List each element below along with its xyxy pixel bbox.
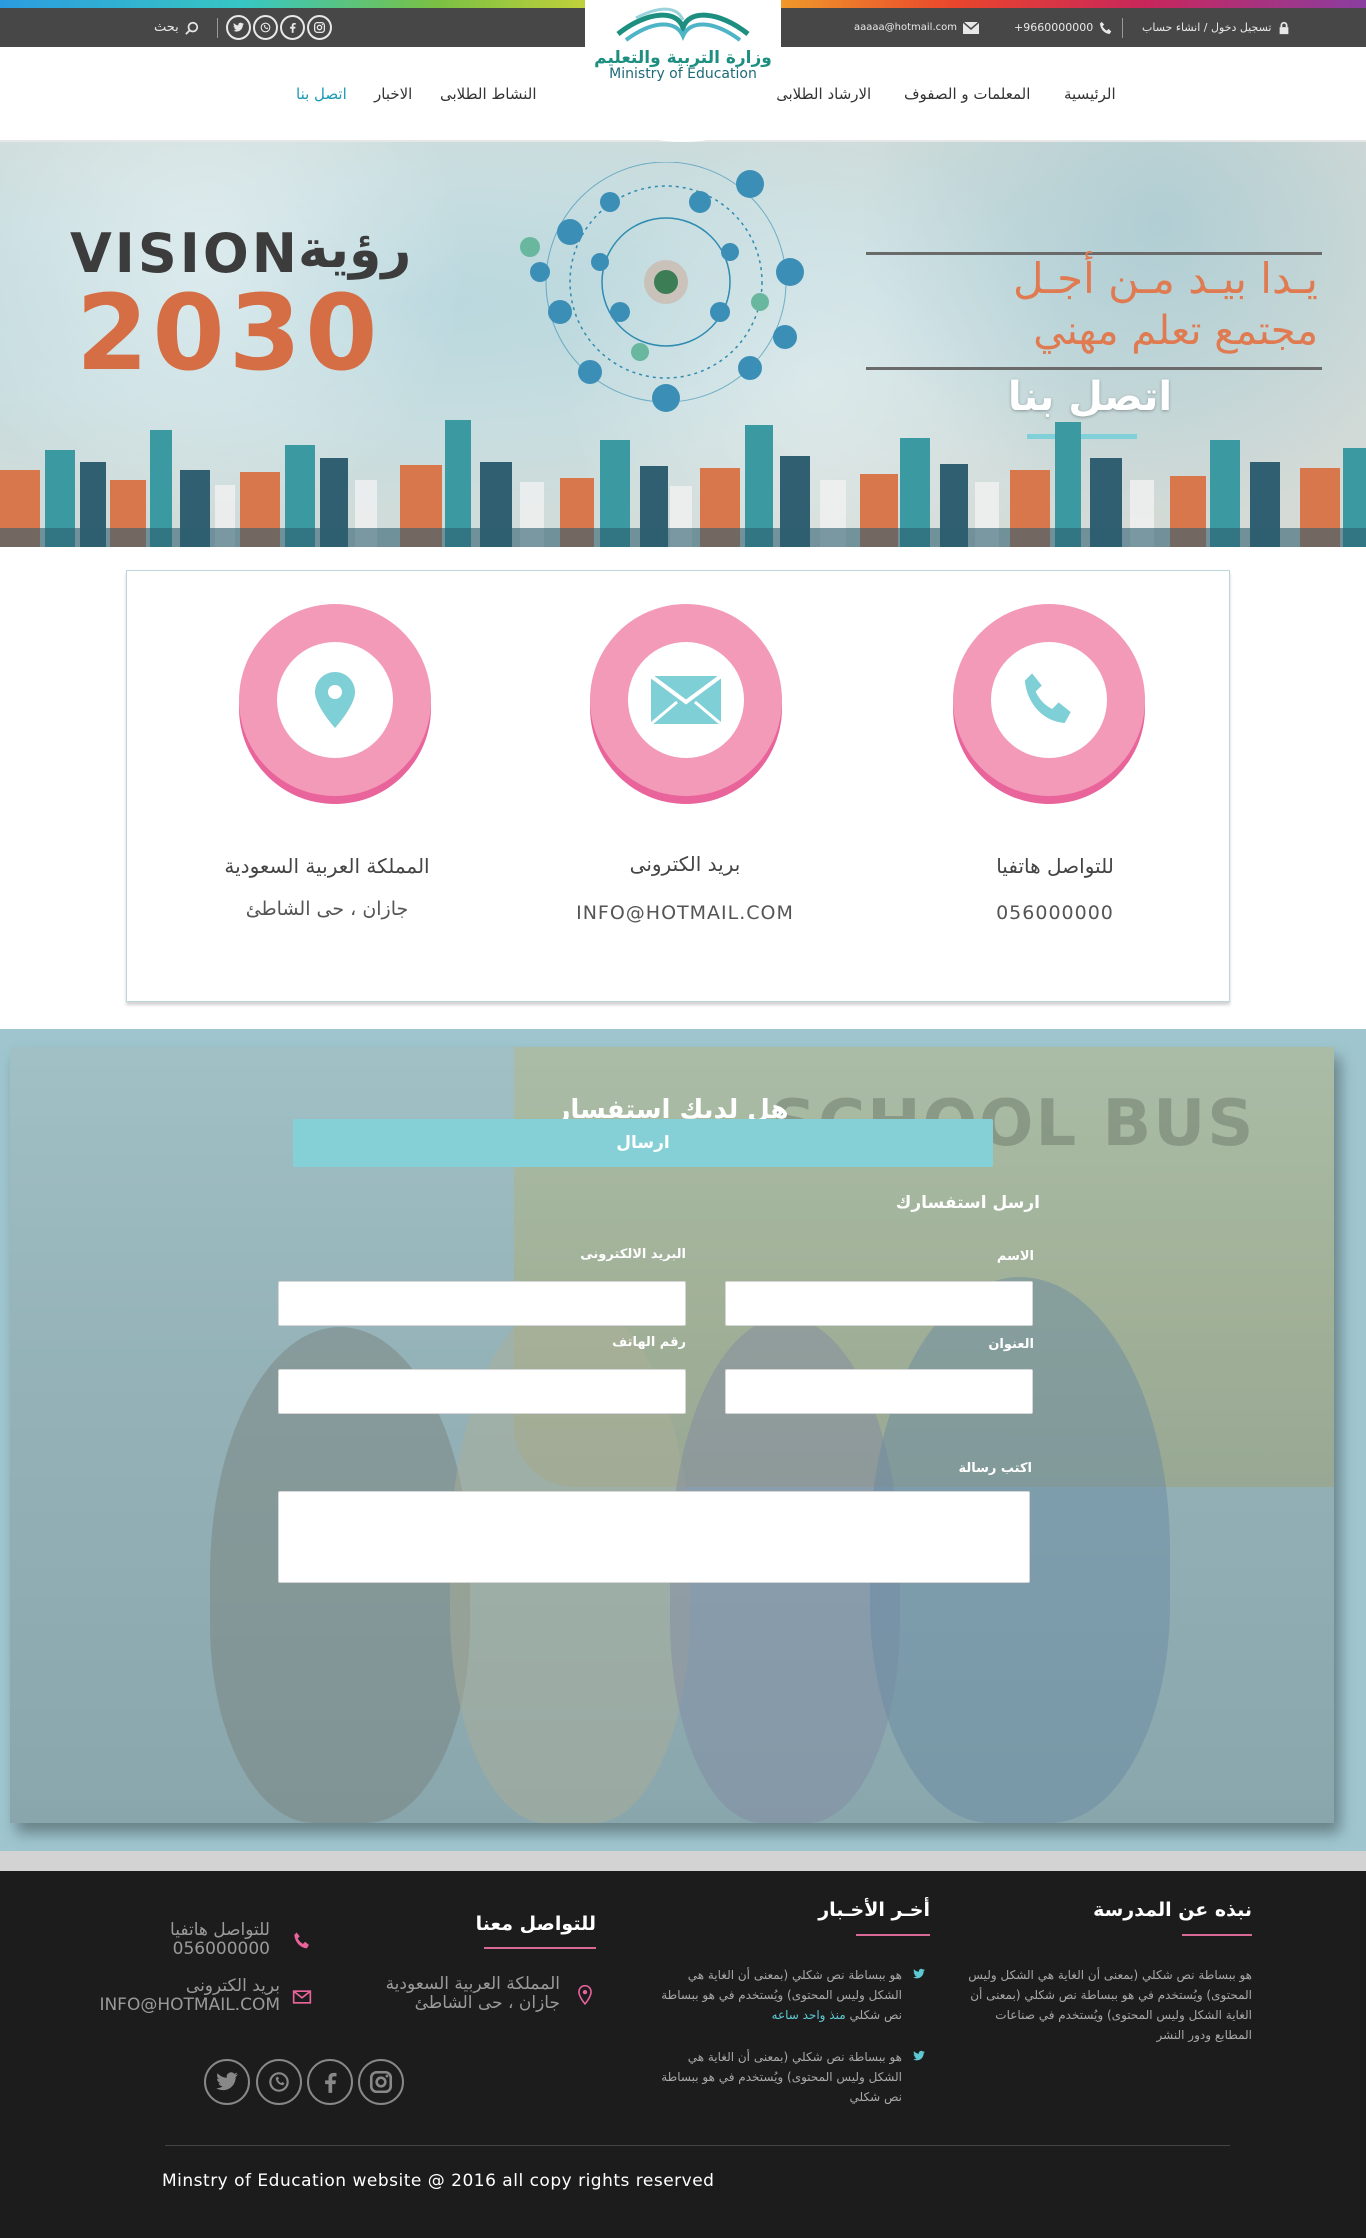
footer-about-underline [1182, 1934, 1252, 1936]
location-pin-icon [315, 672, 355, 728]
address-label: العنوان [988, 1337, 1034, 1352]
name-input[interactable] [725, 1281, 1033, 1326]
login-link[interactable]: تسجيل دخول / انشاء حساب [1142, 8, 1291, 47]
instagram-icon[interactable] [307, 15, 332, 40]
contact-info-card: للتواصل هاتفيا 056000000 بريد الكترونى I… [126, 570, 1230, 1002]
contact-address-value: جازان ، حى الشاطئ [245, 898, 409, 920]
search-label[interactable]: بحث [154, 20, 179, 35]
search-icon [185, 21, 198, 35]
facebook-icon[interactable] [307, 2059, 353, 2105]
twitter-icon [913, 2050, 925, 2061]
twitter-icon[interactable] [226, 15, 251, 40]
footer-phone[interactable]: للتواصل هاتفيا 056000000 [60, 1921, 270, 1959]
instagram-icon[interactable] [358, 2059, 404, 2105]
vision-arabic-text: رؤية [298, 220, 412, 280]
footer-about-title: نبذه عن المدرسة [1093, 1899, 1252, 1921]
footer-phone-label: للتواصل هاتفيا [170, 1920, 270, 1940]
topbar-divider [217, 18, 218, 38]
mail-icon [962, 21, 979, 34]
mail-icon [651, 676, 721, 724]
submit-button[interactable]: ارسال [293, 1119, 993, 1167]
lock-icon [1280, 21, 1289, 34]
footer-contact-underline [484, 1947, 596, 1949]
phone-input[interactable] [278, 1369, 686, 1414]
email-label: البريد الالكترونى [580, 1247, 686, 1262]
news-item[interactable]: هو ببساطة نص شكلي (بمعنى أن الغاية هي ال… [654, 1965, 902, 2025]
news-item[interactable]: هو ببساطة نص شكلي (بمعنى أن الغاية هي ال… [654, 2047, 902, 2107]
book-logo-icon [616, 7, 750, 42]
phone-contact[interactable]: +9660000000 [1014, 8, 1113, 47]
phone-icon [294, 1932, 309, 1949]
email-contact[interactable]: aaaaa@hotmail.com [854, 8, 979, 47]
slogan-line-2: مجتمع تعلم مهني [1033, 308, 1318, 354]
footer-news-title: أخـر الأخـبار [818, 1899, 930, 1921]
message-label: اكتب رسالة [958, 1461, 1032, 1476]
circle-center [628, 642, 744, 758]
contact-country-title: المملكة العربية السعودية [224, 854, 430, 878]
contact-email-title: بريد الكترونى [629, 852, 741, 876]
inquiry-subtitle: ارسل استفسارك [895, 1193, 1040, 1213]
footer-address-value: جازان ، حى الشاطئ [414, 1993, 560, 2013]
logo-arabic-text: وزارة التربية والتعليم [594, 48, 772, 68]
contact-phone-title: للتواصل هاتفيا [996, 854, 1114, 878]
nav-item-home[interactable]: الرئيسية [1064, 85, 1116, 103]
topbar-email[interactable]: aaaaa@hotmail.com [854, 22, 957, 33]
nav-item-student-guidance[interactable]: الارشاد الطلابى [776, 85, 871, 103]
footer-address: المملكة العربية السعودية جازان ، حى الشا… [330, 1975, 560, 2013]
email-circle [590, 604, 782, 804]
news-item-time: منذ واحد ساعه [771, 2008, 846, 2022]
slogan-bottom-rule [866, 367, 1322, 370]
mail-icon [292, 1990, 312, 2004]
circle-center [277, 642, 393, 758]
footer-contact-title: للتواصل معنا [475, 1913, 596, 1935]
section-divider-band [0, 1851, 1366, 1871]
facebook-icon[interactable] [280, 15, 305, 40]
footer-news-underline [856, 1934, 930, 1936]
login-label[interactable]: تسجيل دخول / انشاء حساب [1142, 21, 1271, 34]
nav-item-contact[interactable]: اتصل بنا [296, 85, 347, 103]
location-circle [239, 604, 431, 804]
circle-center [991, 642, 1107, 758]
vision-year: 2030 [76, 272, 382, 394]
slogan-line-1: يـدا بيـد مـن أجـل [1013, 254, 1318, 303]
location-pin-icon [578, 1985, 592, 2005]
twitter-icon[interactable] [204, 2059, 250, 2105]
phone-icon [1100, 21, 1112, 34]
footer-about-text: هو ببساطة نص شكلي (بمعنى أن الغاية هي ال… [968, 1968, 1252, 2042]
copyright-text: Minstry of Education website @ 2016 all … [162, 2171, 715, 2191]
education-network-graphic [520, 162, 804, 412]
logo-english-text: Ministry of Education [609, 66, 757, 82]
topbar-phone[interactable]: +9660000000 [1014, 21, 1093, 34]
search-link[interactable]: بحث [154, 8, 199, 47]
topbar-social [226, 8, 332, 47]
footer-phone-value: 056000000 [172, 1939, 270, 1959]
footer-address-label: المملكة العربية السعودية [385, 1974, 560, 1994]
email-input[interactable] [278, 1281, 686, 1326]
ministry-logo[interactable]: وزارة التربية والتعليم Ministry of Educa… [585, 0, 781, 142]
twitter-icon [913, 1968, 925, 1979]
nav-item-news[interactable]: الاخبار [374, 85, 412, 103]
name-label: الاسم [996, 1249, 1034, 1264]
site-footer: نبذه عن المدرسة هو ببساطة نص شكلي (بمعنى… [0, 1871, 1366, 2238]
contact-email-value[interactable]: INFO@HOTMAIL.COM [535, 902, 835, 924]
news-item-text: هو ببساطة نص شكلي (بمعنى أن الغاية هي ال… [661, 2050, 902, 2104]
nav-item-teachers-classes[interactable]: المعلمات و الصفوف [904, 85, 1030, 103]
phone-icon [1024, 673, 1071, 723]
message-textarea[interactable] [278, 1491, 1030, 1583]
address-input[interactable] [725, 1369, 1033, 1414]
footer-divider [165, 2145, 1230, 2146]
footer-email[interactable]: بريد الكترونى INFO@HOTMAIL.COM [60, 1977, 280, 2015]
whatsapp-icon[interactable] [253, 15, 278, 40]
hero-banner: VISION رؤية 2030 يـدا بيـد مـن أجـل مجتم… [0, 142, 1366, 547]
whatsapp-icon[interactable] [256, 2059, 302, 2105]
nav-item-student-activity[interactable]: النشاط الطلابى [440, 85, 537, 103]
phone-circle [953, 604, 1145, 804]
topbar-divider [1122, 18, 1123, 38]
city-skyline-graphic [0, 420, 1366, 547]
contact-phone-value[interactable]: 056000000 [905, 902, 1205, 924]
footer-email-label: بريد الكترونى [185, 1976, 280, 1996]
footer-email-value: INFO@HOTMAIL.COM [99, 1995, 280, 2015]
phone-label: رقم الهاتف [612, 1335, 686, 1350]
